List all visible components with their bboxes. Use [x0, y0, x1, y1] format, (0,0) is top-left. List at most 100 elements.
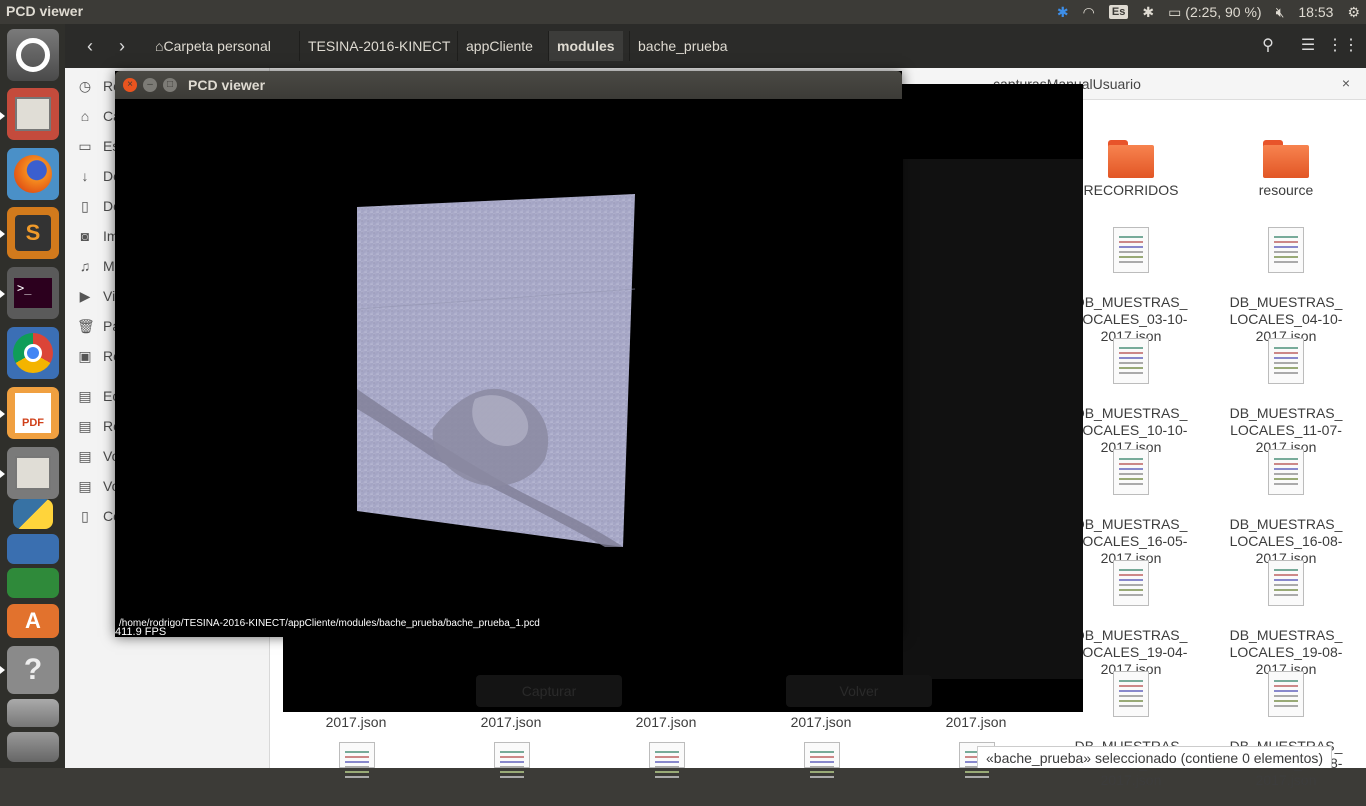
top-panel: PCD viewer ✱ ◠ Es ✱ ▭ (2:25, 90 %) 🔇︎ 18… — [0, 0, 1366, 24]
breadcrumb-bache-prueba[interactable]: bache_prueba — [629, 31, 736, 61]
bluetooth-icon[interactable]: ✱ — [1142, 4, 1154, 21]
folder-icon — [1263, 140, 1309, 178]
help-icon[interactable]: ? — [7, 646, 59, 694]
file-manager-header: ‹ › ⌂Carpeta personal TESINA-2016-KINECT… — [65, 24, 1366, 68]
bluetooth-alert-icon[interactable]: ✱ — [1057, 4, 1069, 21]
json-file-icon[interactable] — [649, 742, 685, 768]
pcd-viewer-titlebar[interactable]: × – □ PCD viewer — [115, 71, 902, 99]
trash-icon: 🗑︎ — [77, 318, 95, 334]
music-icon: ♫ — [79, 258, 91, 274]
fps-counter: 411.9 FPS — [115, 626, 167, 637]
file-label[interactable]: 2017.json — [601, 714, 731, 731]
chrome-icon[interactable] — [7, 327, 59, 379]
capture-button[interactable]: Capturar — [476, 675, 622, 707]
file-label[interactable]: 2017.json — [756, 714, 886, 731]
python-icon[interactable] — [7, 494, 59, 534]
files-icon[interactable] — [7, 447, 59, 499]
battery-icon[interactable]: ▭ — [1168, 4, 1181, 21]
server-icon: ▯ — [81, 508, 89, 524]
list-view-icon[interactable]: ☰ — [1291, 31, 1325, 61]
file-item[interactable]: DB_MUESTRAS_ LOCALES_22-08- 2017.json — [1221, 654, 1351, 806]
back-button[interactable]: Volver — [786, 675, 932, 707]
battery-status[interactable]: (2:25, 90 %) — [1185, 4, 1261, 20]
json-file-icon[interactable] — [494, 742, 530, 768]
folder-icon: ▭ — [78, 138, 92, 154]
json-file-icon — [1113, 671, 1149, 717]
clock[interactable]: 18:53 — [1298, 4, 1333, 20]
breadcrumb-tesina[interactable]: TESINA-2016-KINECT — [299, 31, 458, 61]
libreoffice-writer-icon[interactable] — [7, 534, 59, 564]
minimize-button[interactable]: – — [143, 78, 157, 92]
json-file-icon[interactable] — [339, 742, 375, 768]
home-icon: ⌂ — [80, 108, 90, 124]
file-label[interactable]: 2017.json — [291, 714, 421, 731]
status-bar: «bache_prueba» seleccionado (contiene 0 … — [977, 746, 1333, 768]
libreoffice-calc-icon[interactable] — [7, 568, 59, 598]
folder-item[interactable]: resource — [1221, 140, 1351, 199]
network-icon: ▣ — [78, 348, 92, 364]
pcd-viewer-title: PCD viewer — [188, 77, 266, 93]
ubuntu-logo-icon[interactable] — [7, 29, 59, 81]
sidebar-item-volume-4[interactable]: ▤ Vo — [77, 474, 119, 498]
terminal-icon[interactable]: >_ — [7, 267, 59, 319]
point-cloud-canvas[interactable]: /home/rodrigo/TESINA-2016-KINECT/appClie… — [115, 99, 902, 637]
volume-icon[interactable]: 🔇︎ — [1276, 4, 1285, 21]
json-file-icon — [1113, 560, 1149, 606]
breadcrumb-home[interactable]: ⌂Carpeta personal — [147, 31, 279, 61]
sidebar-item-volume-3[interactable]: ▤ Vo — [77, 444, 119, 468]
sublime-text-icon[interactable]: S — [7, 207, 59, 259]
camera-icon: ◙ — [80, 228, 90, 244]
capture-preview — [903, 159, 1083, 679]
breadcrumb-modules[interactable]: modules — [548, 31, 623, 61]
sidebar-item-music[interactable]: ♫ M — [77, 254, 115, 278]
folder-icon — [1108, 140, 1154, 178]
sidebar-item-trash[interactable]: 🗑︎ Pa — [77, 314, 120, 338]
video-icon: ▶ — [79, 288, 91, 304]
back-button[interactable]: ‹ — [74, 31, 106, 61]
sidebar-item-volume-1[interactable]: ▤ Ec — [77, 384, 119, 408]
json-file-icon[interactable] — [804, 742, 840, 768]
json-file-icon — [1268, 227, 1304, 273]
files-icon[interactable] — [7, 88, 59, 140]
wifi-icon[interactable]: ◠ — [1083, 4, 1095, 21]
json-file-icon — [1268, 449, 1304, 495]
json-file-icon — [1268, 560, 1304, 606]
json-file-icon — [1113, 449, 1149, 495]
trash-icon[interactable] — [7, 732, 59, 762]
maximize-button[interactable]: □ — [163, 78, 177, 92]
point-cloud — [356, 194, 636, 547]
json-file-icon — [1113, 338, 1149, 384]
app-store-icon[interactable]: A — [7, 604, 59, 638]
workspace-switcher-icon[interactable] — [7, 699, 59, 727]
search-icon[interactable]: ⚲ — [1251, 31, 1285, 61]
sidebar-item-videos[interactable]: ▶ Vi — [77, 284, 116, 308]
json-file-icon — [1268, 338, 1304, 384]
drive-icon: ▤ — [78, 478, 92, 494]
drive-icon: ▤ — [78, 388, 92, 404]
breadcrumb-appcliente[interactable]: appCliente — [457, 31, 541, 61]
json-file-icon — [1268, 671, 1304, 717]
pcd-viewer-window: × – □ PCD viewer /home/rodrigo/TESINA-20… — [115, 71, 902, 637]
firefox-icon[interactable] — [7, 148, 59, 200]
sidebar-item-desktop[interactable]: ▭ Es — [77, 134, 119, 158]
drive-icon: ▤ — [78, 418, 92, 434]
file-label[interactable]: 2017.json — [911, 714, 1041, 731]
drive-icon: ▤ — [78, 448, 92, 464]
folder-item[interactable]: RECORRIDOS — [1066, 140, 1196, 199]
close-button[interactable]: × — [123, 78, 137, 92]
gear-icon[interactable]: ⚙ — [1347, 4, 1360, 21]
json-file-icon — [1113, 227, 1149, 273]
clock-icon: ◷ — [78, 78, 92, 94]
file-item[interactable]: DB_MUESTRAS_ LOCALES_22-04- 2017.json — [1066, 654, 1196, 806]
file-label[interactable]: 2017.json — [446, 714, 576, 731]
pdf-viewer-icon[interactable]: PDF — [7, 387, 59, 439]
launcher: S >_ PDF A ? — [0, 24, 65, 768]
close-icon[interactable]: × — [1342, 75, 1350, 91]
menu-grid-icon[interactable]: ⋮⋮ — [1326, 31, 1360, 61]
pcd-file-path: /home/rodrigo/TESINA-2016-KINECT/appClie… — [119, 618, 540, 629]
document-icon: ▯ — [81, 198, 89, 214]
system-tray: ✱ ◠ Es ✱ ▭ (2:25, 90 %) 🔇︎ 18:53 ⚙ — [1057, 0, 1366, 24]
sidebar-item-pictures[interactable]: ◙ Im — [77, 224, 119, 248]
forward-button[interactable]: › — [106, 31, 138, 61]
keyboard-layout-indicator[interactable]: Es — [1108, 5, 1129, 19]
